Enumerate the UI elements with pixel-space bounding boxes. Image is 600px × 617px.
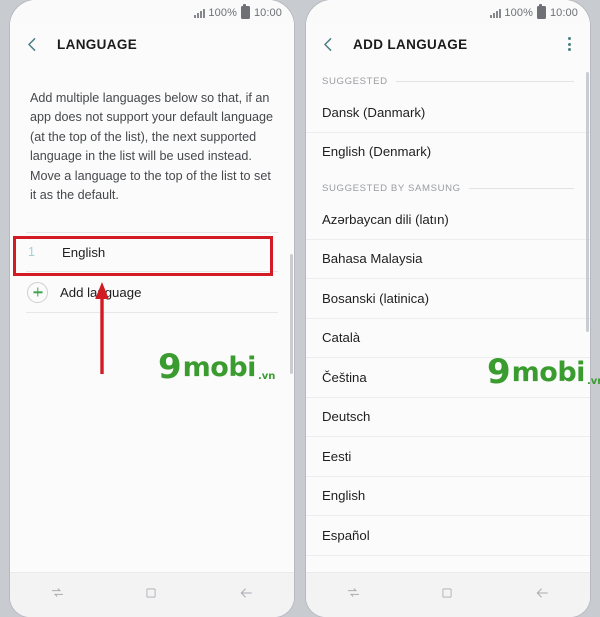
battery-percent-label: 100% xyxy=(504,6,533,19)
section-rule xyxy=(395,81,574,82)
section-label: SUGGESTED BY SAMSUNG xyxy=(322,183,461,194)
home-square-icon[interactable] xyxy=(144,586,158,605)
list-item[interactable]: Español xyxy=(306,516,590,556)
battery-full-icon xyxy=(240,3,250,19)
battery-percent-label: 100% xyxy=(208,6,237,19)
list-item[interactable]: Dansk (Danmark) xyxy=(306,93,590,133)
add-language-button[interactable]: Add language xyxy=(10,272,294,312)
right-status-bar: 100% 10:00 xyxy=(306,0,590,24)
right-navigation-bar xyxy=(306,572,590,617)
right-phone-inner: 100% 10:00 ADD LANGUAGE SUGGESTED Dansk … xyxy=(306,0,590,617)
page-title: ADD LANGUAGE xyxy=(353,36,468,52)
language-description: Add multiple languages below so that, if… xyxy=(30,90,273,203)
back-chevron-icon[interactable] xyxy=(24,36,41,53)
list-item[interactable]: Eesti xyxy=(306,437,590,477)
right-content-area: SUGGESTED Dansk (Danmark) English (Denma… xyxy=(306,64,590,572)
divider xyxy=(26,312,278,314)
clock-label: 10:00 xyxy=(549,6,578,19)
right-phone-screen: 100% 10:00 ADD LANGUAGE SUGGESTED Dansk … xyxy=(306,0,590,617)
language-name-label: English xyxy=(62,244,106,260)
list-item[interactable]: 1 English xyxy=(10,233,294,271)
left-phone-inner: 100% 10:00 LANGUAGE Add multiple languag… xyxy=(10,0,294,617)
signal-bars-icon xyxy=(490,8,502,18)
section-label: SUGGESTED xyxy=(322,76,388,87)
left-app-bar: LANGUAGE xyxy=(10,24,294,64)
signal-bars-icon xyxy=(194,8,206,18)
section-rule xyxy=(468,188,574,189)
recent-apps-icon[interactable] xyxy=(50,585,65,605)
section-header-suggested: SUGGESTED xyxy=(306,64,590,93)
section-header-suggested-by-samsung: SUGGESTED BY SAMSUNG xyxy=(306,171,590,200)
language-order-index: 1 xyxy=(28,245,35,260)
list-item[interactable]: Bahasa Malaysia xyxy=(306,240,590,279)
page-title: LANGUAGE xyxy=(57,36,138,52)
plus-circle-icon xyxy=(27,281,48,303)
recent-apps-icon[interactable] xyxy=(346,585,361,605)
left-phone-screen: 100% 10:00 LANGUAGE Add multiple languag… xyxy=(10,0,294,617)
left-navigation-bar xyxy=(10,572,294,617)
right-app-bar: ADD LANGUAGE xyxy=(306,24,590,64)
left-status-bar: 100% 10:00 xyxy=(10,0,294,24)
left-content-area: Add multiple languages below so that, if… xyxy=(10,64,294,572)
list-item[interactable]: English (Denmark) xyxy=(306,133,590,172)
scrollbar[interactable] xyxy=(586,72,589,332)
home-square-icon[interactable] xyxy=(440,586,454,605)
clock-label: 10:00 xyxy=(253,6,282,19)
list-item[interactable]: Čeština xyxy=(306,358,590,398)
list-item[interactable]: English xyxy=(306,477,590,516)
list-item[interactable]: Bosanski (latinica) xyxy=(306,279,590,319)
back-chevron-icon[interactable] xyxy=(320,36,337,53)
add-language-label: Add language xyxy=(60,284,142,300)
list-item[interactable]: Azərbaycan dili (latın) xyxy=(306,200,590,240)
screenshot-stage: 100% 10:00 LANGUAGE Add multiple languag… xyxy=(0,0,600,617)
list-item[interactable]: Deutsch xyxy=(306,398,590,437)
overflow-menu-icon[interactable] xyxy=(560,35,578,53)
list-item[interactable]: Català xyxy=(306,319,590,358)
back-arrow-icon[interactable] xyxy=(534,585,550,606)
back-arrow-icon[interactable] xyxy=(238,585,254,606)
battery-full-icon xyxy=(536,3,546,19)
scrollbar[interactable] xyxy=(290,254,293,374)
